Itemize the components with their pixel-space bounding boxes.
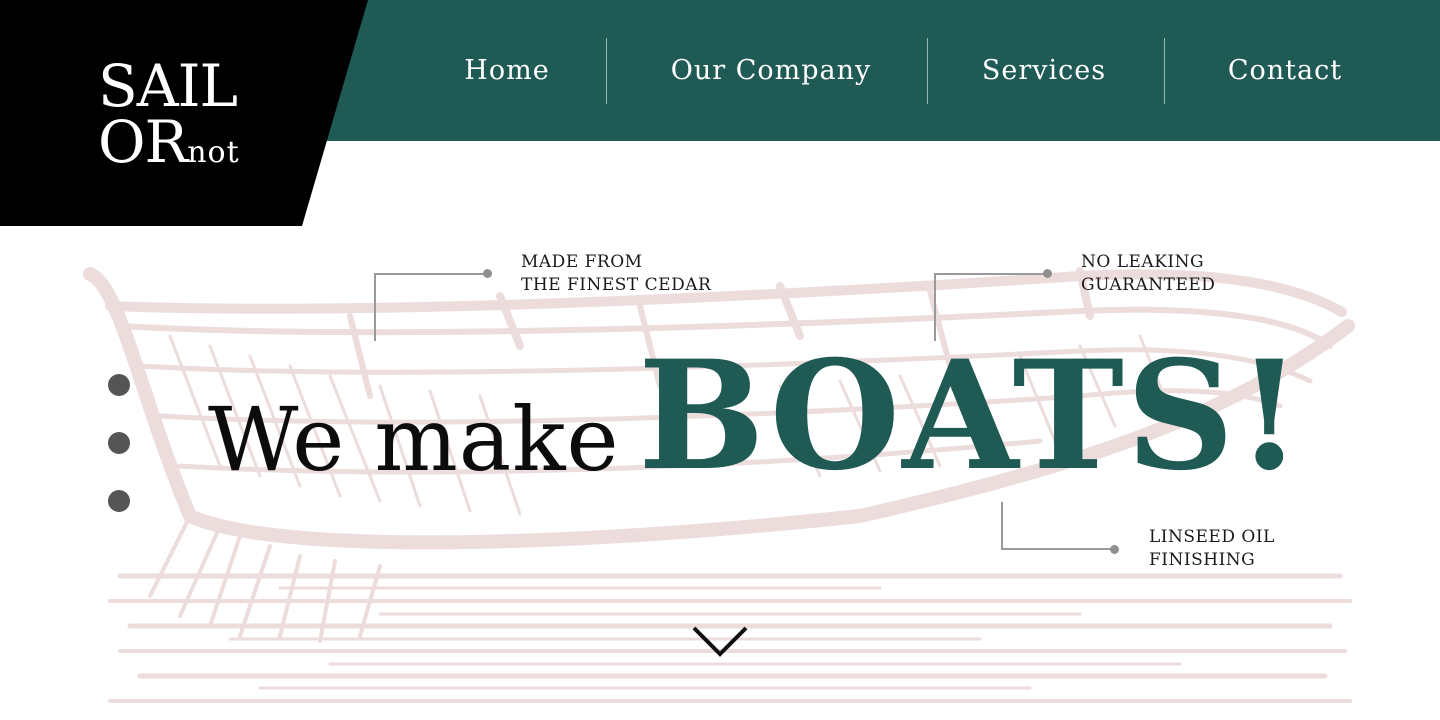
logo-suffix: not bbox=[187, 135, 240, 170]
callout-line2: FINISHING bbox=[1149, 550, 1256, 570]
logo-line-1: SAIL bbox=[98, 52, 238, 120]
brand-logo[interactable]: SAIL ORnot bbox=[98, 52, 240, 181]
callout-line2: THE FINEST CEDAR bbox=[521, 275, 712, 295]
callout-line1: LINSEED OIL bbox=[1149, 527, 1275, 547]
nav-home[interactable]: Home bbox=[452, 51, 562, 91]
callout-linseed: LINSEED OIL FINISHING bbox=[1149, 526, 1275, 572]
hero-headline-prefix: We make bbox=[208, 388, 620, 491]
callout-connector bbox=[1001, 502, 1115, 550]
callout-dot bbox=[1043, 269, 1052, 278]
nav-divider bbox=[606, 38, 607, 104]
slider-dot-1[interactable] bbox=[108, 374, 130, 396]
nav-divider bbox=[927, 38, 928, 104]
hero-headline-emphasis: BOATS! bbox=[638, 328, 1305, 504]
chevron-down-icon[interactable] bbox=[690, 620, 750, 664]
callout-no-leaking: NO LEAKING GUARANTEED bbox=[1081, 251, 1215, 297]
nav-contact[interactable]: Contact bbox=[1224, 51, 1346, 91]
slider-dot-3[interactable] bbox=[108, 490, 130, 512]
callout-dot bbox=[483, 269, 492, 278]
callout-connector bbox=[374, 273, 488, 341]
callout-cedar: MADE FROM THE FINEST CEDAR bbox=[521, 251, 711, 297]
callout-line2: GUARANTEED bbox=[1081, 275, 1216, 295]
nav-services[interactable]: Services bbox=[978, 51, 1110, 91]
slider-dot-2[interactable] bbox=[108, 432, 130, 454]
callout-line1: NO LEAKING bbox=[1081, 252, 1205, 272]
nav-divider bbox=[1164, 38, 1165, 104]
nav-our-company[interactable]: Our Company bbox=[660, 51, 882, 91]
callout-line1: MADE FROM bbox=[521, 252, 643, 272]
logo-or: OR bbox=[98, 108, 188, 176]
logo-line-2: ORnot bbox=[98, 113, 240, 181]
callout-dot bbox=[1110, 545, 1119, 554]
